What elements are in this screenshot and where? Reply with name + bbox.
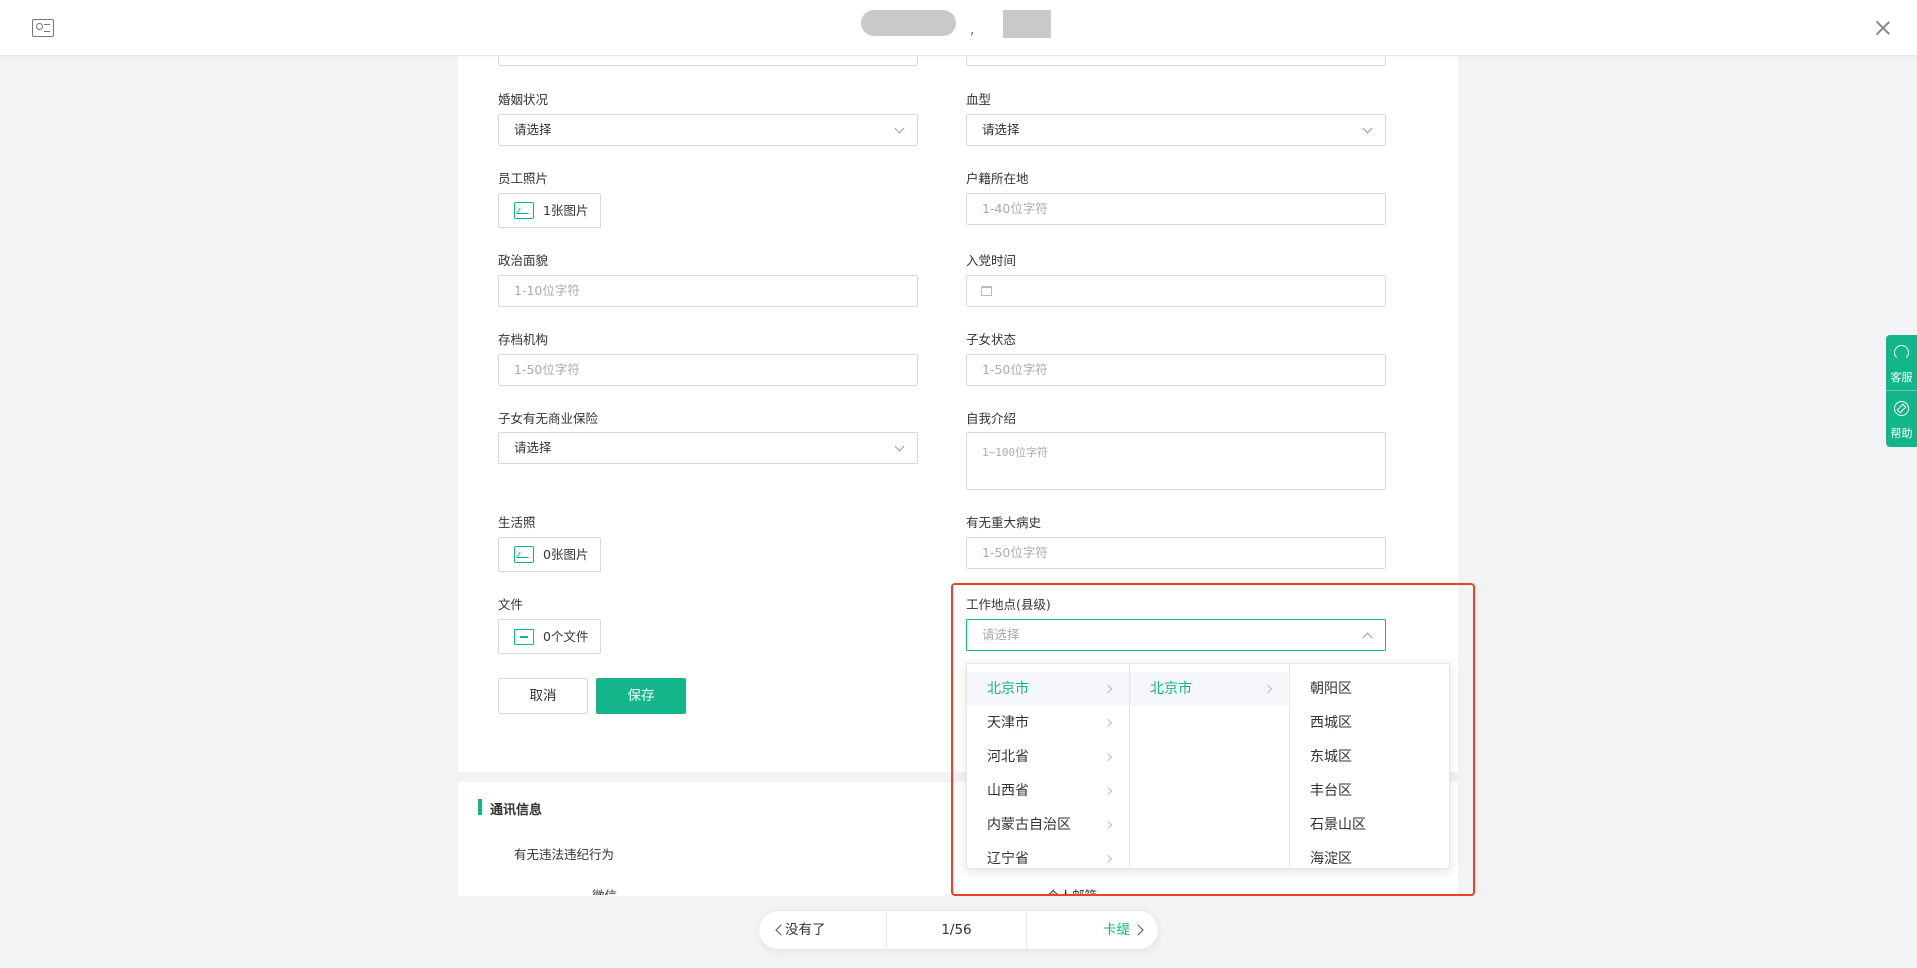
option-label: 辽宁省 — [987, 851, 1029, 867]
life-photo-label: 生活照 — [498, 515, 536, 530]
children-insurance-select[interactable]: 请选择 — [498, 432, 918, 464]
political-input[interactable]: 1-10位字符 — [498, 275, 918, 307]
image-icon — [514, 546, 534, 563]
intro-textarea[interactable]: 1~100位字符 — [966, 432, 1386, 490]
cancel-button[interactable]: 取消 — [498, 678, 588, 714]
option-label: 山西省 — [987, 783, 1029, 799]
hukou-input[interactable]: 1-40位字符 — [966, 193, 1386, 225]
political-label: 政治面貌 — [498, 253, 549, 268]
province-option[interactable]: 内蒙古自治区 — [967, 808, 1129, 842]
option-label: 内蒙古自治区 — [987, 817, 1071, 833]
wechat-label: 微信 — [592, 887, 617, 895]
section-accent-bar — [478, 799, 482, 815]
province-option[interactable]: 辽宁省 — [967, 842, 1129, 868]
life-photo-upload-button[interactable]: 0张图片 — [498, 537, 601, 572]
children-status-label: 子女状态 — [966, 332, 1017, 347]
option-label: 北京市 — [1150, 681, 1192, 697]
record-pager: 没有了 1/56 卡缇 — [758, 910, 1159, 950]
party-date-label: 入党时间 — [966, 253, 1017, 268]
help-button[interactable]: 帮助 — [1886, 391, 1917, 447]
district-option[interactable]: 丰台区 — [1290, 774, 1450, 808]
district-option[interactable]: 西城区 — [1290, 706, 1450, 740]
image-icon — [514, 202, 534, 219]
file-count: 0个文件 — [543, 629, 589, 644]
illness-label: 有无重大病史 — [966, 515, 1042, 530]
redacted-block — [1003, 10, 1051, 38]
chevron-right-icon — [1103, 752, 1113, 762]
chevron-right-icon — [1103, 786, 1113, 796]
illness-input[interactable]: 1-50位字符 — [966, 537, 1386, 569]
district-option[interactable]: 石景山区 — [1290, 808, 1450, 842]
chevron-right-icon — [1103, 854, 1113, 864]
work-location-label: 工作地点(县级) — [966, 597, 1051, 612]
life-photo-count: 0张图片 — [543, 547, 589, 562]
province-option[interactable]: 河北省 — [967, 740, 1129, 774]
photo-count: 1张图片 — [543, 203, 589, 218]
section-title: 通讯信息 — [490, 803, 543, 818]
blood-type-select[interactable]: 请选择 — [966, 114, 1386, 146]
id-card-icon[interactable] — [32, 19, 54, 37]
customer-service-label: 客服 — [1890, 371, 1913, 384]
city-option[interactable]: 北京市 — [1130, 672, 1289, 706]
violation-label: 有无违法违纪行为 — [514, 847, 615, 862]
option-label: 天津市 — [987, 715, 1029, 731]
option-label: 河北省 — [987, 749, 1029, 765]
next-record-button[interactable]: 卡缇 — [1027, 911, 1158, 949]
chevron-right-icon — [1103, 820, 1113, 830]
intro-label: 自我介绍 — [966, 411, 1017, 426]
district-option[interactable]: 朝阳区 — [1290, 672, 1450, 706]
help-label: 帮助 — [1890, 427, 1913, 440]
photo-upload-button[interactable]: 1张图片 — [498, 193, 601, 228]
city-column: 北京市 — [1130, 664, 1290, 868]
marital-select[interactable]: 请选择 — [498, 114, 918, 146]
district-option[interactable]: 海淀区 — [1290, 842, 1450, 868]
close-icon[interactable] — [1873, 18, 1893, 38]
party-date-picker[interactable] — [966, 275, 1386, 307]
prev-record-button[interactable]: 没有了 — [759, 911, 887, 949]
archive-input[interactable]: 1-50位字符 — [498, 354, 918, 386]
chevron-right-icon — [1263, 684, 1273, 694]
email-label: 个人邮箱 — [1047, 887, 1097, 895]
children-status-input[interactable]: 1-50位字符 — [966, 354, 1386, 386]
province-option[interactable]: 天津市 — [967, 706, 1129, 740]
name-separator: , — [970, 22, 975, 38]
top-bar: , — [0, 0, 1917, 56]
hukou-label: 户籍所在地 — [966, 171, 1029, 186]
photo-label: 员工照片 — [498, 171, 549, 186]
record-position: 1/56 — [887, 911, 1027, 949]
file-upload-button[interactable]: 0个文件 — [498, 619, 601, 654]
chevron-right-icon — [1103, 684, 1113, 694]
folder-icon — [514, 629, 534, 645]
employee-name-redacted: , — [860, 8, 1060, 40]
district-option[interactable]: 东城区 — [1290, 740, 1450, 774]
province-option[interactable]: 山西省 — [967, 774, 1129, 808]
save-button[interactable]: 保存 — [596, 678, 686, 714]
option-label: 北京市 — [987, 681, 1029, 697]
district-column: 朝阳区 西城区 东城区 丰台区 石景山区 海淀区 — [1290, 664, 1450, 868]
headset-icon — [1894, 345, 1909, 360]
province-column: 北京市 天津市 河北省 山西省 内蒙古自治区 辽宁省 — [967, 664, 1130, 868]
blood-type-label: 血型 — [966, 92, 992, 107]
work-location-select[interactable]: 请选择 — [966, 619, 1386, 651]
side-toolbar: 客服 帮助 — [1886, 335, 1917, 447]
calendar-icon — [981, 286, 992, 296]
children-insurance-label: 子女有无商业保险 — [498, 411, 599, 426]
customer-service-button[interactable]: 客服 — [1886, 335, 1917, 391]
archive-label: 存档机构 — [498, 332, 549, 347]
compass-icon — [1894, 401, 1909, 416]
region-cascader-dropdown: 北京市 天津市 河北省 山西省 内蒙古自治区 辽宁省 北京市 朝阳区 西城区 东… — [966, 663, 1450, 869]
file-label: 文件 — [498, 597, 524, 612]
chevron-right-icon — [1103, 718, 1113, 728]
redacted-block — [861, 10, 956, 36]
marital-label: 婚姻状况 — [498, 92, 549, 107]
province-option[interactable]: 北京市 — [967, 672, 1129, 706]
